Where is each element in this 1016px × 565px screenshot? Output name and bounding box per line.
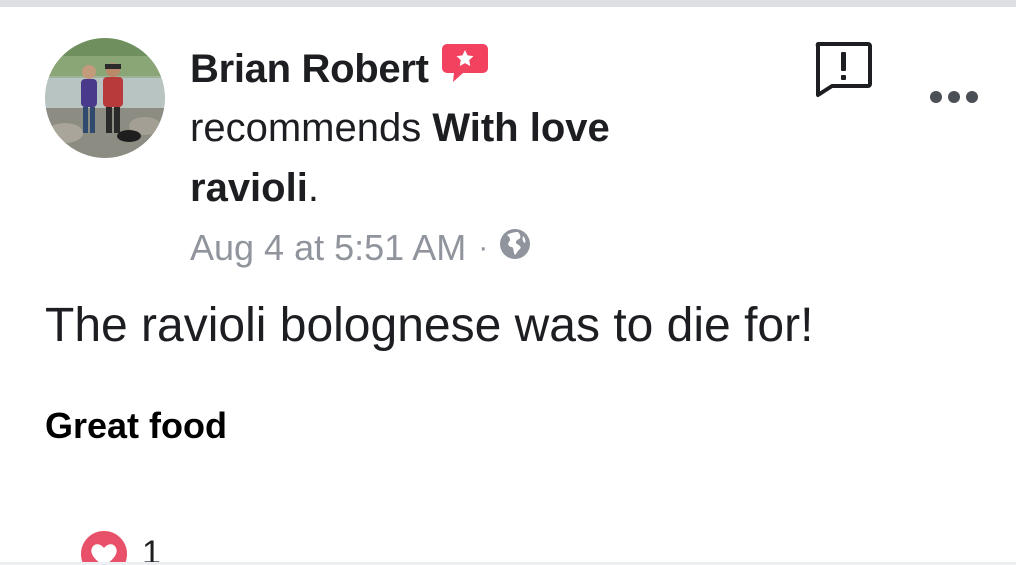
verb-text: recommends [190, 106, 422, 150]
page-suffix: . [307, 166, 319, 210]
reaction-summary[interactable]: 1 [78, 528, 161, 565]
recommendation-line-2: ravioli. [190, 158, 710, 218]
author-name[interactable]: Brian Robert [190, 47, 429, 92]
recommendation-tag: Great food [45, 405, 228, 446]
reaction-count: 1 [142, 534, 161, 565]
post-body: The ravioli bolognese was to die for! [45, 299, 814, 352]
globe-icon[interactable] [498, 227, 532, 270]
timestamp[interactable]: Aug 4 at 5:51 AM [190, 227, 466, 269]
more-options-icon[interactable] [928, 86, 980, 108]
page-name-link[interactable]: With love [432, 106, 609, 150]
recommendation-line: recommends With love [190, 98, 710, 158]
post-meta: Aug 4 at 5:51 AM · [190, 222, 532, 274]
love-reaction-icon [78, 528, 130, 565]
avatar[interactable] [45, 38, 165, 158]
post-header: Brian Robert recommends With love raviol… [190, 40, 710, 218]
meta-separator: · [478, 231, 489, 264]
page-name-link-cont[interactable]: ravioli [190, 166, 308, 210]
top-divider [0, 0, 1016, 7]
report-icon[interactable] [812, 40, 874, 98]
author-line: Brian Robert [190, 40, 710, 98]
post-card: Brian Robert recommends With love raviol… [0, 0, 1016, 565]
recommendation-badge-icon [441, 42, 489, 86]
